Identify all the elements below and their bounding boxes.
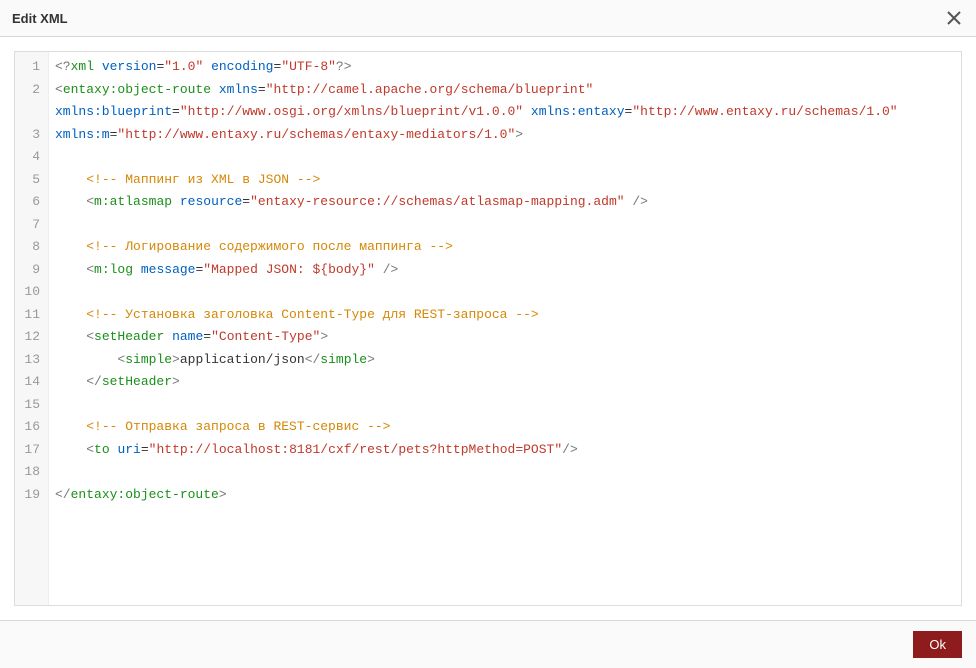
code-line: <!-- Маппинг из XML в JSON --> (55, 169, 955, 192)
code-line: xmlns:m="http://www.entaxy.ru/schemas/en… (55, 124, 955, 147)
code-line: <m:atlasmap resource="entaxy-resource://… (55, 191, 955, 214)
code-line: <!-- Отправка запроса в REST-сервис --> (55, 416, 955, 439)
line-number: 18 (19, 461, 40, 484)
line-number: 6 (19, 191, 40, 214)
line-number: 15 (19, 394, 40, 417)
code-line (55, 146, 955, 169)
line-number: 17 (19, 439, 40, 462)
code-line (55, 214, 955, 237)
close-button[interactable] (944, 8, 964, 28)
code-line (55, 394, 955, 417)
line-number: 14 (19, 371, 40, 394)
dialog-title: Edit XML (12, 11, 68, 26)
line-number: 13 (19, 349, 40, 372)
code-area[interactable]: <?xml version="1.0" encoding="UTF-8"?><e… (49, 52, 961, 605)
line-number: 7 (19, 214, 40, 237)
code-line: </setHeader> (55, 371, 955, 394)
line-number: 12 (19, 326, 40, 349)
close-icon (947, 11, 961, 25)
code-line: </entaxy:object-route> (55, 484, 955, 507)
code-line (55, 281, 955, 304)
code-line (55, 461, 955, 484)
line-number: 10 (19, 281, 40, 304)
editor-container: 12345678910111213141516171819 <?xml vers… (0, 37, 976, 620)
line-number: 4 (19, 146, 40, 169)
dialog-footer: Ok (0, 620, 976, 668)
code-line: <entaxy:object-route xmlns="http://camel… (55, 79, 955, 102)
line-number: 8 (19, 236, 40, 259)
line-number: 11 (19, 304, 40, 327)
line-number: 1 (19, 56, 40, 79)
line-number: 5 (19, 169, 40, 192)
code-line: xmlns:blueprint="http://www.osgi.org/xml… (55, 101, 955, 124)
code-line: <!-- Логирование содержимого после маппи… (55, 236, 955, 259)
line-number: 16 (19, 416, 40, 439)
line-number-gutter: 12345678910111213141516171819 (15, 52, 49, 605)
code-line: <m:log message="Mapped JSON: ${body}" /> (55, 259, 955, 282)
line-number (19, 101, 40, 124)
ok-button[interactable]: Ok (913, 631, 962, 658)
dialog-header: Edit XML (0, 0, 976, 37)
code-line: <simple>application/json</simple> (55, 349, 955, 372)
code-line: <setHeader name="Content-Type"> (55, 326, 955, 349)
code-line: <!-- Установка заголовка Content-Type дл… (55, 304, 955, 327)
code-line (55, 506, 955, 529)
xml-editor[interactable]: 12345678910111213141516171819 <?xml vers… (14, 51, 962, 606)
code-line: <to uri="http://localhost:8181/cxf/rest/… (55, 439, 955, 462)
line-number: 3 (19, 124, 40, 147)
line-number: 9 (19, 259, 40, 282)
line-number: 19 (19, 484, 40, 507)
line-number: 2 (19, 79, 40, 102)
code-line: <?xml version="1.0" encoding="UTF-8"?> (55, 56, 955, 79)
